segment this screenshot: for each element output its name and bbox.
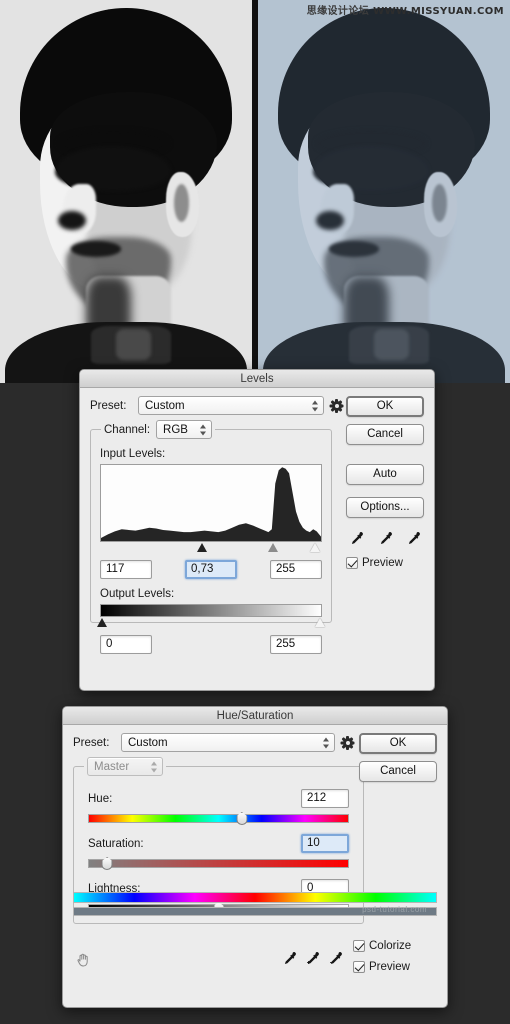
preset-label: Preset: [73,736,110,749]
preset-label: Preset: [90,399,127,412]
channel-label: Channel: [104,423,151,436]
output-levels-label: Output Levels: [100,588,175,600]
huesat-eyedropper-group [282,951,343,966]
input-highlight-field[interactable]: 255 [270,560,322,579]
levels-eyedropper-group [346,531,424,546]
histogram[interactable] [100,464,322,542]
gray-point-eyedropper-icon[interactable] [378,531,393,546]
photo-comparison-strip: 思缘设计论坛 WWW.MISSYUAN.COM [0,0,510,383]
select-arrows-icon [312,399,319,412]
portrait-illustration-tinted [258,0,510,383]
site-watermark: 思缘设计论坛 WWW.MISSYUAN.COM [307,2,504,17]
adjust-range-select[interactable]: Master [87,757,163,776]
watermark-chinese: 思缘设计论坛 [306,6,370,17]
eyedropper-subtract-icon[interactable] [328,951,343,966]
colorize-checkbox-row[interactable]: Colorize [353,940,439,952]
output-black-field[interactable]: 0 [100,635,152,654]
saturation-field[interactable]: 10 [301,834,349,853]
hue-field[interactable]: 212 [301,789,349,808]
output-level-sliders[interactable] [97,618,325,630]
gear-icon[interactable] [329,398,344,413]
channel-value: RGB [163,424,188,436]
preview-checkbox-row[interactable]: Preview [346,557,424,569]
input-levels-label: Input Levels: [100,448,166,460]
preview-checkbox[interactable] [353,961,365,973]
nose-shadow [57,210,86,230]
options-button[interactable]: Options... [346,497,424,518]
levels-titlebar: Levels [80,370,434,388]
nose-shadow [315,210,344,230]
levels-dialog: Levels Preset: Custom ▾ Channel: [79,369,435,691]
saturation-label: Saturation: [88,837,144,850]
preview-checkbox[interactable] [346,557,358,569]
histogram-plot [101,467,321,541]
saturation-slider-handle[interactable] [101,857,113,870]
black-point-eyedropper-icon[interactable] [349,531,364,546]
preview-checkbox-row[interactable]: Preview [353,961,439,973]
auto-button[interactable]: Auto [346,464,424,485]
select-arrows-icon [200,423,207,436]
preset-select[interactable]: Custom [138,396,324,415]
levels-groupbox: Channel: RGB Input Levels: 117 0,73 255 … [90,420,332,654]
mouth-shape [70,241,121,257]
channel-select[interactable]: RGB [156,420,213,439]
select-arrows-icon [323,736,330,749]
ear-inner-shadow [173,183,189,223]
collar-highlight [115,329,152,360]
bottom-watermark: psd-tutorial.com [362,905,427,914]
portrait-illustration [0,0,252,383]
preset-value: Custom [145,400,185,412]
shadow-input-handle[interactable] [197,543,208,552]
before-photo [0,0,252,383]
output-white-handle[interactable] [314,618,325,627]
output-levels-bar[interactable] [100,604,322,617]
input-shadow-field[interactable]: 117 [100,560,152,579]
hue-slider[interactable] [88,812,349,825]
preset-select[interactable]: Custom [121,733,335,752]
white-point-eyedropper-icon[interactable] [406,531,421,546]
collar-highlight [373,329,410,360]
preview-label: Preview [362,557,403,569]
cancel-button[interactable]: Cancel [359,761,437,782]
adjust-range-value: Master [94,761,130,773]
hue-label: Hue: [88,792,113,805]
after-photo [258,0,510,383]
highlight-input-handle[interactable] [310,543,321,552]
huesat-titlebar: Hue/Saturation [63,707,447,725]
colorize-label: Colorize [369,940,412,952]
eyedropper-add-icon[interactable] [305,951,320,966]
preview-label: Preview [369,961,410,973]
output-black-handle[interactable] [97,618,108,627]
saturation-slider[interactable] [88,857,349,870]
input-midtone-field[interactable]: 0,73 [185,560,237,579]
ok-button[interactable]: OK [359,733,437,754]
result-color-strip: psd-tutorial.com [73,905,437,916]
ear-inner-shadow [431,183,447,223]
output-white-field[interactable]: 255 [270,635,322,654]
ok-button[interactable]: OK [346,396,424,417]
mouth-shape [328,241,379,257]
select-arrows-icon [151,760,158,773]
hand-icon[interactable] [75,952,91,968]
gear-icon[interactable] [340,735,355,750]
hue-slider-handle[interactable] [236,812,248,825]
midtone-input-handle[interactable] [268,543,279,552]
hue-saturation-dialog: Hue/Saturation Preset: Custom ▾ Master [62,706,448,1008]
hue-spectrum-strip [73,892,437,903]
preset-value: Custom [128,737,168,749]
watermark-url: WWW.MISSYUAN.COM [373,6,504,17]
input-level-sliders[interactable] [100,543,322,555]
colorize-checkbox[interactable] [353,940,365,952]
cancel-button[interactable]: Cancel [346,424,424,445]
eyedropper-icon[interactable] [282,951,297,966]
